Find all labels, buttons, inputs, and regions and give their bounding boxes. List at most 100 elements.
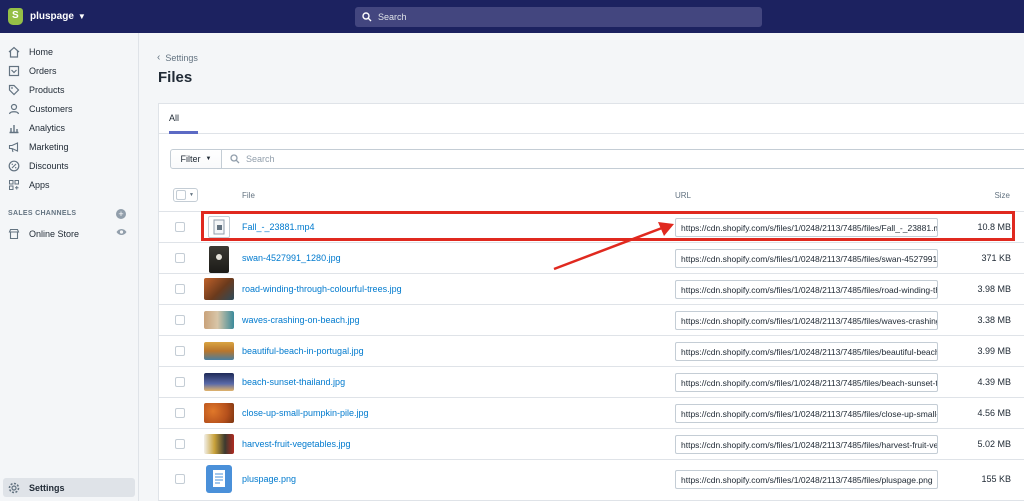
file-url-field[interactable]: https://cdn.shopify.com/s/files/1/0248/2…: [675, 280, 938, 299]
row-checkbox[interactable]: [175, 284, 185, 294]
table-row[interactable]: beach-sunset-thailand.jpg https://cdn.sh…: [159, 366, 1024, 397]
file-url-field[interactable]: https://cdn.shopify.com/s/files/1/0248/2…: [675, 249, 938, 268]
video-file-icon: [208, 216, 230, 238]
table-row[interactable]: beautiful-beach-in-portugal.jpg https://…: [159, 335, 1024, 366]
sidebar-item-analytics[interactable]: Analytics: [0, 118, 139, 137]
file-size: 4.56 MB: [977, 408, 1011, 418]
sidebar: Home Orders Products Customers Analytics…: [0, 33, 139, 501]
apps-icon: [8, 179, 20, 191]
table-row[interactable]: waves-crashing-on-beach.jpg https://cdn.…: [159, 304, 1024, 335]
page-title: Files: [158, 69, 193, 86]
add-sales-channel-icon[interactable]: +: [116, 209, 126, 219]
filter-button[interactable]: Filter ▼: [170, 149, 222, 169]
tab-active-indicator: [169, 131, 198, 134]
file-size: 5.02 MB: [977, 439, 1011, 449]
chart-icon: [8, 122, 20, 134]
sidebar-item-orders[interactable]: Orders: [0, 61, 139, 80]
sidebar-item-products[interactable]: Products: [0, 80, 139, 99]
sidebar-item-discounts[interactable]: Discounts: [0, 156, 139, 175]
row-checkbox[interactable]: [175, 346, 185, 356]
file-size: 3.99 MB: [977, 346, 1011, 356]
file-name-link[interactable]: Fall_-_23881.mp4: [242, 222, 315, 232]
files-card: All Filter ▼ Search ▼ File URL Size Fall…: [158, 103, 1024, 501]
image-thumbnail: [209, 246, 229, 273]
table-row[interactable]: swan-4527991_1280.jpg https://cdn.shopif…: [159, 242, 1024, 273]
file-name-link[interactable]: close-up-small-pumpkin-pile.jpg: [242, 408, 369, 418]
sidebar-item-apps[interactable]: Apps: [0, 175, 139, 194]
select-all-checkbox[interactable]: [176, 190, 186, 200]
shopify-logo-icon: [8, 8, 23, 25]
table-row[interactable]: harvest-fruit-vegetables.jpg https://cdn…: [159, 428, 1024, 459]
file-name-link[interactable]: waves-crashing-on-beach.jpg: [242, 315, 360, 325]
file-name-link[interactable]: beautiful-beach-in-portugal.jpg: [242, 346, 364, 356]
row-checkbox[interactable]: [175, 439, 185, 449]
row-checkbox[interactable]: [175, 377, 185, 387]
sidebar-item-label: Customers: [29, 103, 73, 114]
table-row[interactable]: close-up-small-pumpkin-pile.jpg https://…: [159, 397, 1024, 428]
sidebar-item-label: Online Store: [29, 228, 80, 239]
sidebar-item-label: Analytics: [29, 122, 66, 133]
sales-channels-heading: SALES CHANNELS: [8, 210, 77, 217]
file-url-field[interactable]: https://cdn.shopify.com/s/files/1/0248/2…: [675, 404, 938, 423]
file-name-link[interactable]: swan-4527991_1280.jpg: [242, 253, 341, 263]
image-thumbnail: [204, 342, 234, 360]
image-thumbnail: [204, 278, 234, 300]
table-row[interactable]: road-winding-through-colourful-trees.jpg…: [159, 273, 1024, 304]
sidebar-item-settings[interactable]: Settings: [3, 478, 135, 497]
image-thumbnail: [204, 311, 234, 329]
eye-icon[interactable]: [116, 228, 127, 236]
tab-bar: All: [159, 104, 1024, 134]
row-checkbox[interactable]: [175, 408, 185, 418]
row-checkbox[interactable]: [175, 315, 185, 325]
file-url-field[interactable]: https://cdn.shopify.com/s/files/1/0248/2…: [675, 470, 938, 489]
home-icon: [8, 46, 20, 58]
sidebar-item-label: Apps: [29, 179, 50, 190]
image-thumbnail: [204, 434, 234, 454]
sidebar-item-label: Home: [29, 46, 54, 57]
search-placeholder: Search: [378, 12, 407, 22]
search-icon: [230, 154, 240, 164]
file-size: 3.38 MB: [977, 315, 1011, 325]
table-row[interactable]: pluspage.png https://cdn.shopify.com/s/f…: [159, 459, 1024, 501]
file-name-link[interactable]: road-winding-through-colourful-trees.jpg: [242, 284, 402, 294]
row-checkbox[interactable]: [175, 474, 185, 484]
sidebar-item-label: Orders: [29, 65, 57, 76]
column-header-size: Size: [994, 191, 1010, 200]
search-icon: [362, 12, 372, 22]
row-checkbox[interactable]: [175, 253, 185, 263]
sidebar-item-customers[interactable]: Customers: [0, 99, 139, 118]
file-url-field[interactable]: https://cdn.shopify.com/s/files/1/0248/2…: [675, 435, 938, 454]
person-icon: [8, 103, 20, 115]
file-size: 4.39 MB: [977, 377, 1011, 387]
search-placeholder: Search: [246, 154, 275, 164]
store-switcher[interactable]: pluspage ▼: [8, 8, 86, 25]
file-name-link[interactable]: beach-sunset-thailand.jpg: [242, 377, 345, 387]
file-url-field[interactable]: https://cdn.shopify.com/s/files/1/0248/2…: [675, 218, 938, 237]
file-url-field[interactable]: https://cdn.shopify.com/s/files/1/0248/2…: [675, 373, 938, 392]
file-url-field[interactable]: https://cdn.shopify.com/s/files/1/0248/2…: [675, 311, 938, 330]
sidebar-item-home[interactable]: Home: [0, 42, 139, 61]
file-name-link[interactable]: pluspage.png: [242, 474, 296, 484]
bulk-select-checkbox[interactable]: ▼: [173, 188, 198, 202]
row-checkbox[interactable]: [175, 222, 185, 232]
file-url-field[interactable]: https://cdn.shopify.com/s/files/1/0248/2…: [675, 342, 938, 361]
files-search-input[interactable]: Search: [221, 149, 1024, 169]
image-thumbnail: [206, 465, 232, 493]
sidebar-item-label: Settings: [29, 482, 65, 493]
table-row[interactable]: Fall_-_23881.mp4 https://cdn.shopify.com…: [159, 211, 1024, 242]
file-size: 371 KB: [981, 253, 1011, 263]
store-name: pluspage: [30, 11, 74, 22]
global-search-input[interactable]: Search: [355, 7, 762, 27]
file-size: 3.98 MB: [977, 284, 1011, 294]
filter-label: Filter: [180, 154, 201, 164]
image-thumbnail: [204, 373, 234, 391]
top-bar: pluspage ▼ Search: [0, 0, 1024, 33]
sidebar-item-marketing[interactable]: Marketing: [0, 137, 139, 156]
caret-down-icon: ▼: [205, 156, 212, 162]
file-name-link[interactable]: harvest-fruit-vegetables.jpg: [242, 439, 351, 449]
breadcrumb[interactable]: ‹ Settings: [157, 52, 198, 63]
image-thumbnail: [204, 403, 234, 423]
breadcrumb-settings-link[interactable]: Settings: [165, 53, 198, 63]
tab-all[interactable]: All: [169, 113, 179, 123]
chevron-down-icon: ▼: [77, 12, 86, 21]
